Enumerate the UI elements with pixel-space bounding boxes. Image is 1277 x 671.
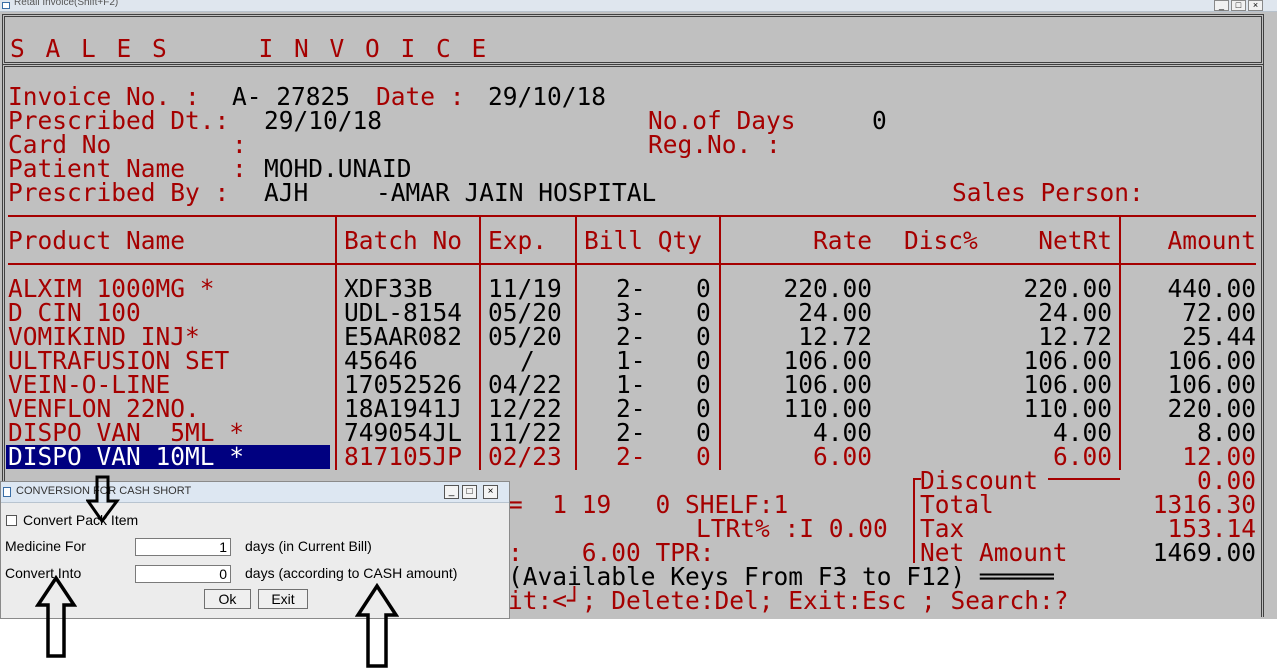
header-product-name: Product Name xyxy=(8,226,186,255)
window-title: Retail Invoice(Shift+F2) xyxy=(14,0,119,8)
ltrt-info: LTRt% :I 0.00 xyxy=(696,514,888,543)
product-name: DISPO VAN 10ML * xyxy=(8,442,245,471)
up-arrow-icon xyxy=(35,575,77,658)
col-divider xyxy=(479,215,481,470)
close-button[interactable]: × xyxy=(1248,0,1263,11)
prescribed-by-label: Prescribed By : xyxy=(8,178,230,207)
no-of-days-value[interactable]: 0 xyxy=(872,108,887,133)
dialog-close-button[interactable]: × xyxy=(483,485,498,499)
page-title: S A L E S I N V O I C E xyxy=(10,34,490,63)
dialog-titlebar: CONVERSION FOR CASH SHORT _ □ × xyxy=(1,482,509,503)
medicine-for-input[interactable]: 1 xyxy=(135,538,231,556)
up-arrow-icon xyxy=(355,583,399,668)
dialog-icon xyxy=(3,487,11,497)
down-arrow-icon xyxy=(86,475,120,523)
col-divider xyxy=(575,215,577,470)
qty: 0 xyxy=(696,442,711,471)
table-header-line xyxy=(8,263,1256,265)
window-titlebar: Retail Invoice(Shift+F2) _ □ × xyxy=(0,0,1277,12)
minimize-button[interactable]: _ xyxy=(1214,0,1229,11)
app-icon xyxy=(2,2,10,9)
header-netrt: NetRt xyxy=(1038,226,1112,255)
rate: 6.00 xyxy=(812,442,872,471)
convert-into-suffix: days (according to CASH amount) xyxy=(245,565,458,581)
hospital-name: -AMAR JAIN HOSPITAL xyxy=(376,178,657,207)
date-label: Date : xyxy=(376,82,465,111)
net-amount-value: 1469.00 xyxy=(1152,538,1256,567)
bottom-area xyxy=(0,619,1277,671)
header-amount: Amount xyxy=(1167,226,1256,255)
ok-button[interactable]: Ok xyxy=(204,589,251,609)
convert-into-input[interactable]: 0 xyxy=(135,565,231,583)
convert-pack-checkbox[interactable] xyxy=(6,515,17,526)
bill: 2- xyxy=(616,442,646,471)
totals-divider xyxy=(913,478,915,563)
medicine-for-suffix: days (in Current Bill) xyxy=(245,538,372,554)
exp-date: 02/23 xyxy=(488,442,562,471)
medicine-for-label: Medicine For xyxy=(5,538,86,554)
help-line: it:<┘; Delete:Del; Exit:Esc ; Search:? xyxy=(508,586,1069,615)
table-top-line xyxy=(8,215,1256,217)
batch-no: 817105JP xyxy=(344,442,463,471)
totals-top-line xyxy=(1048,478,1120,480)
patient-name-colon: : xyxy=(232,154,247,183)
prescribed-dt-value[interactable]: 29/10/18 xyxy=(264,108,382,133)
dialog-maximize-button[interactable]: □ xyxy=(462,485,477,499)
header-batch-no: Batch No xyxy=(344,226,463,255)
dialog-minimize-button[interactable]: _ xyxy=(444,485,459,499)
maximize-button[interactable]: □ xyxy=(1231,0,1246,11)
header-rate: Rate xyxy=(812,226,872,255)
reg-no-label: Reg.No. : xyxy=(648,130,781,159)
exit-button[interactable]: Exit xyxy=(258,589,308,609)
header-exp: Exp. xyxy=(488,226,548,255)
convert-pack-label: Convert Pack Item xyxy=(23,512,139,528)
prescribed-by-value[interactable]: AJH xyxy=(264,180,308,205)
date-value[interactable]: 29/10/18 xyxy=(488,84,606,109)
sales-person-label: Sales Person: xyxy=(952,178,1144,207)
col-divider xyxy=(335,215,337,470)
